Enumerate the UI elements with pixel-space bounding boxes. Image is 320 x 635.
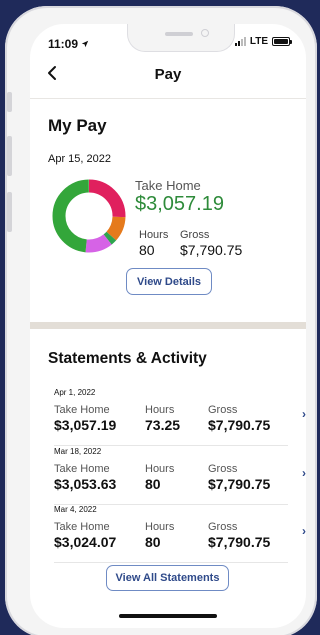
nav-divider: [30, 98, 306, 99]
view-all-statements-button[interactable]: View All Statements: [106, 565, 229, 591]
hours-label: Hours: [139, 229, 169, 241]
pay-date: Apr 15, 2022: [48, 153, 111, 165]
hours-value: 80: [139, 242, 155, 258]
my-pay-heading: My Pay: [48, 116, 107, 135]
statement-row[interactable]: Apr 1, 2022 Take Home $3,057.19 Hours 73…: [50, 388, 306, 448]
statement-date: Apr 1, 2022: [54, 388, 96, 397]
row-divider: [54, 562, 288, 563]
statement-gross-label: Gross: [208, 463, 238, 475]
statement-hours-label: Hours: [145, 463, 175, 475]
statement-hours: 73.25: [145, 417, 181, 433]
status-indicators: LTE: [234, 36, 292, 47]
pay-breakdown-donut[interactable]: [52, 179, 126, 253]
section-divider: [30, 322, 306, 329]
notch: [127, 24, 235, 52]
statement-gross: $7,790.75: [208, 476, 271, 492]
view-details-button[interactable]: View Details: [126, 268, 212, 295]
volume-up-button: [7, 136, 12, 176]
statement-date: Mar 4, 2022: [54, 505, 97, 514]
statement-take-home-label: Take Home: [54, 463, 110, 475]
take-home-label: Take Home: [135, 178, 201, 193]
statement-take-home: $3,057.19: [54, 417, 117, 433]
battery-icon: [272, 37, 292, 46]
take-home-amount: $3,057.19: [135, 193, 224, 215]
page-title: Pay: [154, 66, 182, 83]
chevron-right-icon[interactable]: ›: [302, 407, 306, 421]
statement-row[interactable]: Mar 4, 2022 Take Home $3,024.07 Hours 80…: [50, 505, 306, 565]
gross-label: Gross: [180, 229, 210, 241]
chevron-right-icon[interactable]: ›: [302, 524, 306, 538]
mute-switch: [7, 92, 12, 112]
network-label: LTE: [249, 36, 268, 47]
location-arrow-icon: [82, 40, 89, 48]
statement-gross: $7,790.75: [208, 534, 271, 550]
statement-gross-label: Gross: [208, 521, 238, 533]
speaker: [165, 32, 193, 36]
statement-hours: 80: [145, 476, 161, 492]
status-time: 11:09: [48, 37, 89, 51]
statement-take-home: $3,024.07: [54, 534, 117, 550]
statement-hours: 80: [145, 534, 161, 550]
statement-gross-label: Gross: [208, 404, 238, 416]
statement-hours-label: Hours: [145, 404, 175, 416]
gross-value: $7,790.75: [180, 242, 243, 258]
statement-take-home-label: Take Home: [54, 404, 110, 416]
row-divider: [54, 445, 288, 446]
statement-take-home-label: Take Home: [54, 521, 110, 533]
phone-frame: 11:09 LTE Pay My Pay Apr 15, 2022 Take H…: [5, 6, 317, 635]
screen: 11:09 LTE Pay My Pay Apr 15, 2022 Take H…: [30, 24, 306, 628]
statement-gross: $7,790.75: [208, 417, 271, 433]
front-camera: [201, 29, 209, 37]
statement-take-home: $3,053.63: [54, 476, 117, 492]
volume-down-button: [7, 192, 12, 232]
statement-hours-label: Hours: [145, 521, 175, 533]
statement-row[interactable]: Mar 18, 2022 Take Home $3,053.63 Hours 8…: [50, 447, 306, 507]
statements-heading: Statements & Activity: [48, 350, 207, 367]
home-indicator: [119, 614, 217, 618]
statement-date: Mar 18, 2022: [54, 447, 102, 456]
chevron-right-icon[interactable]: ›: [302, 466, 306, 480]
signal-icon: [234, 37, 246, 46]
